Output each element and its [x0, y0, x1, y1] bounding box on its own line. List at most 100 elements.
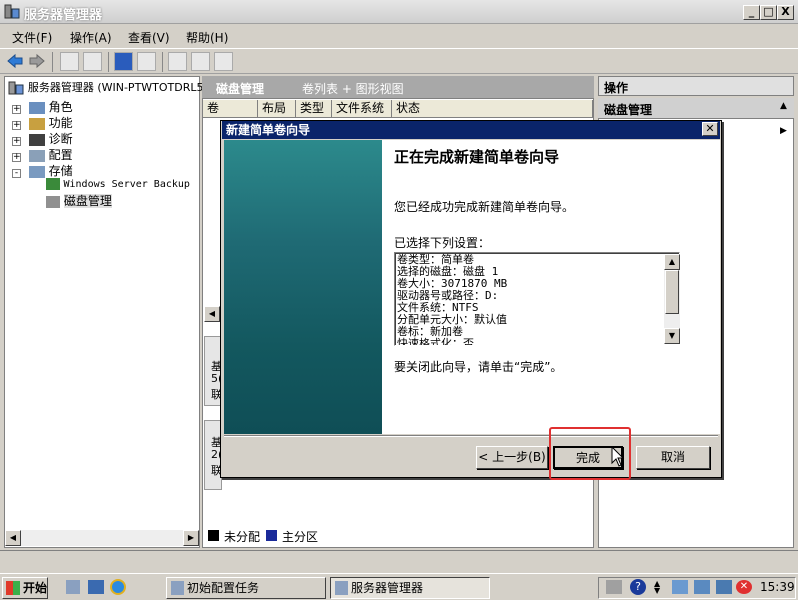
keyboard-icon[interactable]: [606, 580, 622, 594]
tree-item-label: 配置: [48, 148, 73, 162]
menu-view[interactable]: 查看(V): [128, 29, 170, 46]
backup-icon: [46, 178, 60, 190]
wizard-close-button[interactable]: ✕: [702, 122, 718, 136]
tree-horizontal-scrollbar[interactable]: [5, 530, 199, 546]
column-header-volume[interactable]: 卷: [203, 100, 258, 118]
close-button[interactable]: X: [777, 5, 794, 20]
actions-subtitle: 磁盘管理: [604, 103, 653, 117]
title-bar: [0, 0, 798, 24]
middle-pane-subtitle: 卷列表 + 图形视图: [302, 82, 404, 96]
scroll-down-icon[interactable]: ▼: [664, 328, 680, 344]
expand-icon[interactable]: +: [12, 153, 21, 162]
forward-arrow-icon[interactable]: [28, 53, 46, 69]
wizard-heading: 正在完成新建简单卷向导: [394, 148, 560, 166]
windows-logo-icon: [6, 581, 20, 595]
start-button[interactable]: 开始: [2, 577, 48, 599]
roles-icon: [28, 101, 45, 114]
collapse-up-icon[interactable]: ▲: [780, 101, 787, 111]
more-actions-arrow-icon[interactable]: ▶: [780, 126, 787, 136]
quicklaunch-server-icon[interactable]: [66, 580, 80, 594]
menu-help[interactable]: 帮助(H): [186, 29, 228, 46]
mouse-cursor-icon: [611, 446, 625, 467]
tree-item-configuration[interactable]: + 配置: [12, 146, 73, 163]
wizard-closing-text: 要关闭此向导，请单击“完成”。: [394, 360, 563, 374]
maximize-button[interactable]: □: [760, 5, 777, 20]
scroll-up-icon[interactable]: ▲: [664, 254, 680, 270]
menu-file[interactable]: 文件(F): [12, 29, 52, 46]
task-icon: [171, 581, 184, 595]
network-icon[interactable]: [672, 580, 688, 594]
actions-title: 操作: [604, 81, 629, 95]
expand-icon[interactable]: +: [12, 105, 21, 114]
scroll-left-icon[interactable]: ◀: [5, 530, 21, 546]
tree-item-windows-server-backup[interactable]: Windows Server Backup: [46, 177, 190, 190]
disk-icon[interactable]: [214, 52, 233, 71]
help-tray-icon[interactable]: ?: [630, 579, 646, 595]
tree-item-roles[interactable]: + 角色: [12, 98, 73, 115]
settings-label: 已选择下列设置：: [394, 236, 491, 250]
refresh-icon[interactable]: [168, 52, 187, 71]
menu-bar: [0, 26, 798, 48]
unallocated-legend-swatch: [208, 530, 219, 541]
tree-item-label: 功能: [48, 116, 73, 130]
setting-line: 快速格式化：否: [397, 337, 474, 346]
volume-muted-icon[interactable]: ✕: [736, 580, 752, 594]
column-header-status[interactable]: 状态: [392, 100, 593, 118]
toolbar-separator: [108, 52, 109, 72]
wizard-separator: [224, 435, 718, 437]
back-arrow-icon[interactable]: [6, 53, 24, 69]
middle-pane-title: 磁盘管理: [216, 82, 265, 96]
settings-icon[interactable]: [191, 52, 210, 71]
wizard-title: 新建简单卷向导: [222, 121, 720, 139]
help-icon[interactable]: [114, 52, 133, 71]
back-button[interactable]: < 上一步(B): [476, 446, 548, 469]
column-header-type[interactable]: 类型: [296, 100, 332, 118]
wizard-intro: 您已经成功完成新建简单卷向导。: [394, 200, 575, 214]
tree-item-label: 诊断: [48, 132, 73, 146]
clock[interactable]: 15:39: [760, 580, 795, 594]
toolbar-separator: [162, 52, 163, 72]
server-icon: [8, 81, 24, 94]
primary-partition-legend-swatch: [266, 530, 277, 541]
cancel-button[interactable]: 取消: [636, 446, 710, 469]
settings-listbox[interactable]: 卷类型：简单卷 选择的磁盘：磁盘 1 卷大小：3071870 MB 驱动器号或路…: [394, 252, 680, 346]
scroll-left-icon[interactable]: ◀: [204, 306, 220, 322]
action-center-icon[interactable]: [694, 580, 710, 594]
internet-explorer-icon[interactable]: [110, 579, 126, 595]
tree-root-label: 服务器管理器 (WIN-PTWTOTDRL5: [27, 81, 204, 94]
expand-icon[interactable]: +: [12, 121, 21, 130]
quicklaunch-desktop-icon[interactable]: [88, 580, 104, 594]
collapse-icon[interactable]: -: [12, 169, 21, 178]
properties-icon[interactable]: [137, 52, 156, 71]
scroll-thumb[interactable]: [665, 270, 679, 314]
configuration-icon: [28, 149, 45, 162]
task-server-manager[interactable]: 服务器管理器: [330, 577, 490, 599]
column-header-filesystem[interactable]: 文件系统: [332, 100, 392, 118]
expand-icon[interactable]: +: [12, 137, 21, 146]
tree-item-diagnostics[interactable]: + 诊断: [12, 130, 73, 147]
tray-chevron-icon[interactable]: ▲ ▼: [654, 580, 664, 595]
diagnostics-icon: [28, 133, 45, 146]
features-icon: [28, 117, 45, 130]
tree-item-label: 角色: [48, 100, 73, 114]
show-hide-tree-icon[interactable]: [83, 52, 102, 71]
disk-management-icon: [46, 195, 60, 208]
storage-icon: [28, 165, 45, 178]
tree-item-features[interactable]: + 功能: [12, 114, 73, 131]
server-manager-icon: [4, 4, 20, 19]
task-label: 初始配置任务: [187, 581, 260, 595]
display-icon[interactable]: [716, 580, 732, 594]
up-folder-icon[interactable]: [60, 52, 79, 71]
column-header-layout[interactable]: 布局: [258, 100, 296, 118]
task-initial-config[interactable]: 初始配置任务: [166, 577, 326, 599]
start-label: 开始: [23, 581, 48, 595]
window-title: 服务器管理器: [24, 8, 103, 23]
menu-action[interactable]: 操作(A): [70, 29, 112, 46]
tree-root[interactable]: 服务器管理器 (WIN-PTWTOTDRL5: [8, 79, 204, 95]
wizard-banner: [224, 140, 382, 434]
tree-item-disk-management[interactable]: 磁盘管理: [46, 192, 112, 209]
task-icon: [335, 581, 348, 595]
minimize-button[interactable]: _: [743, 5, 760, 20]
toolbar-separator: [52, 52, 53, 72]
scroll-right-icon[interactable]: ▶: [183, 530, 199, 546]
